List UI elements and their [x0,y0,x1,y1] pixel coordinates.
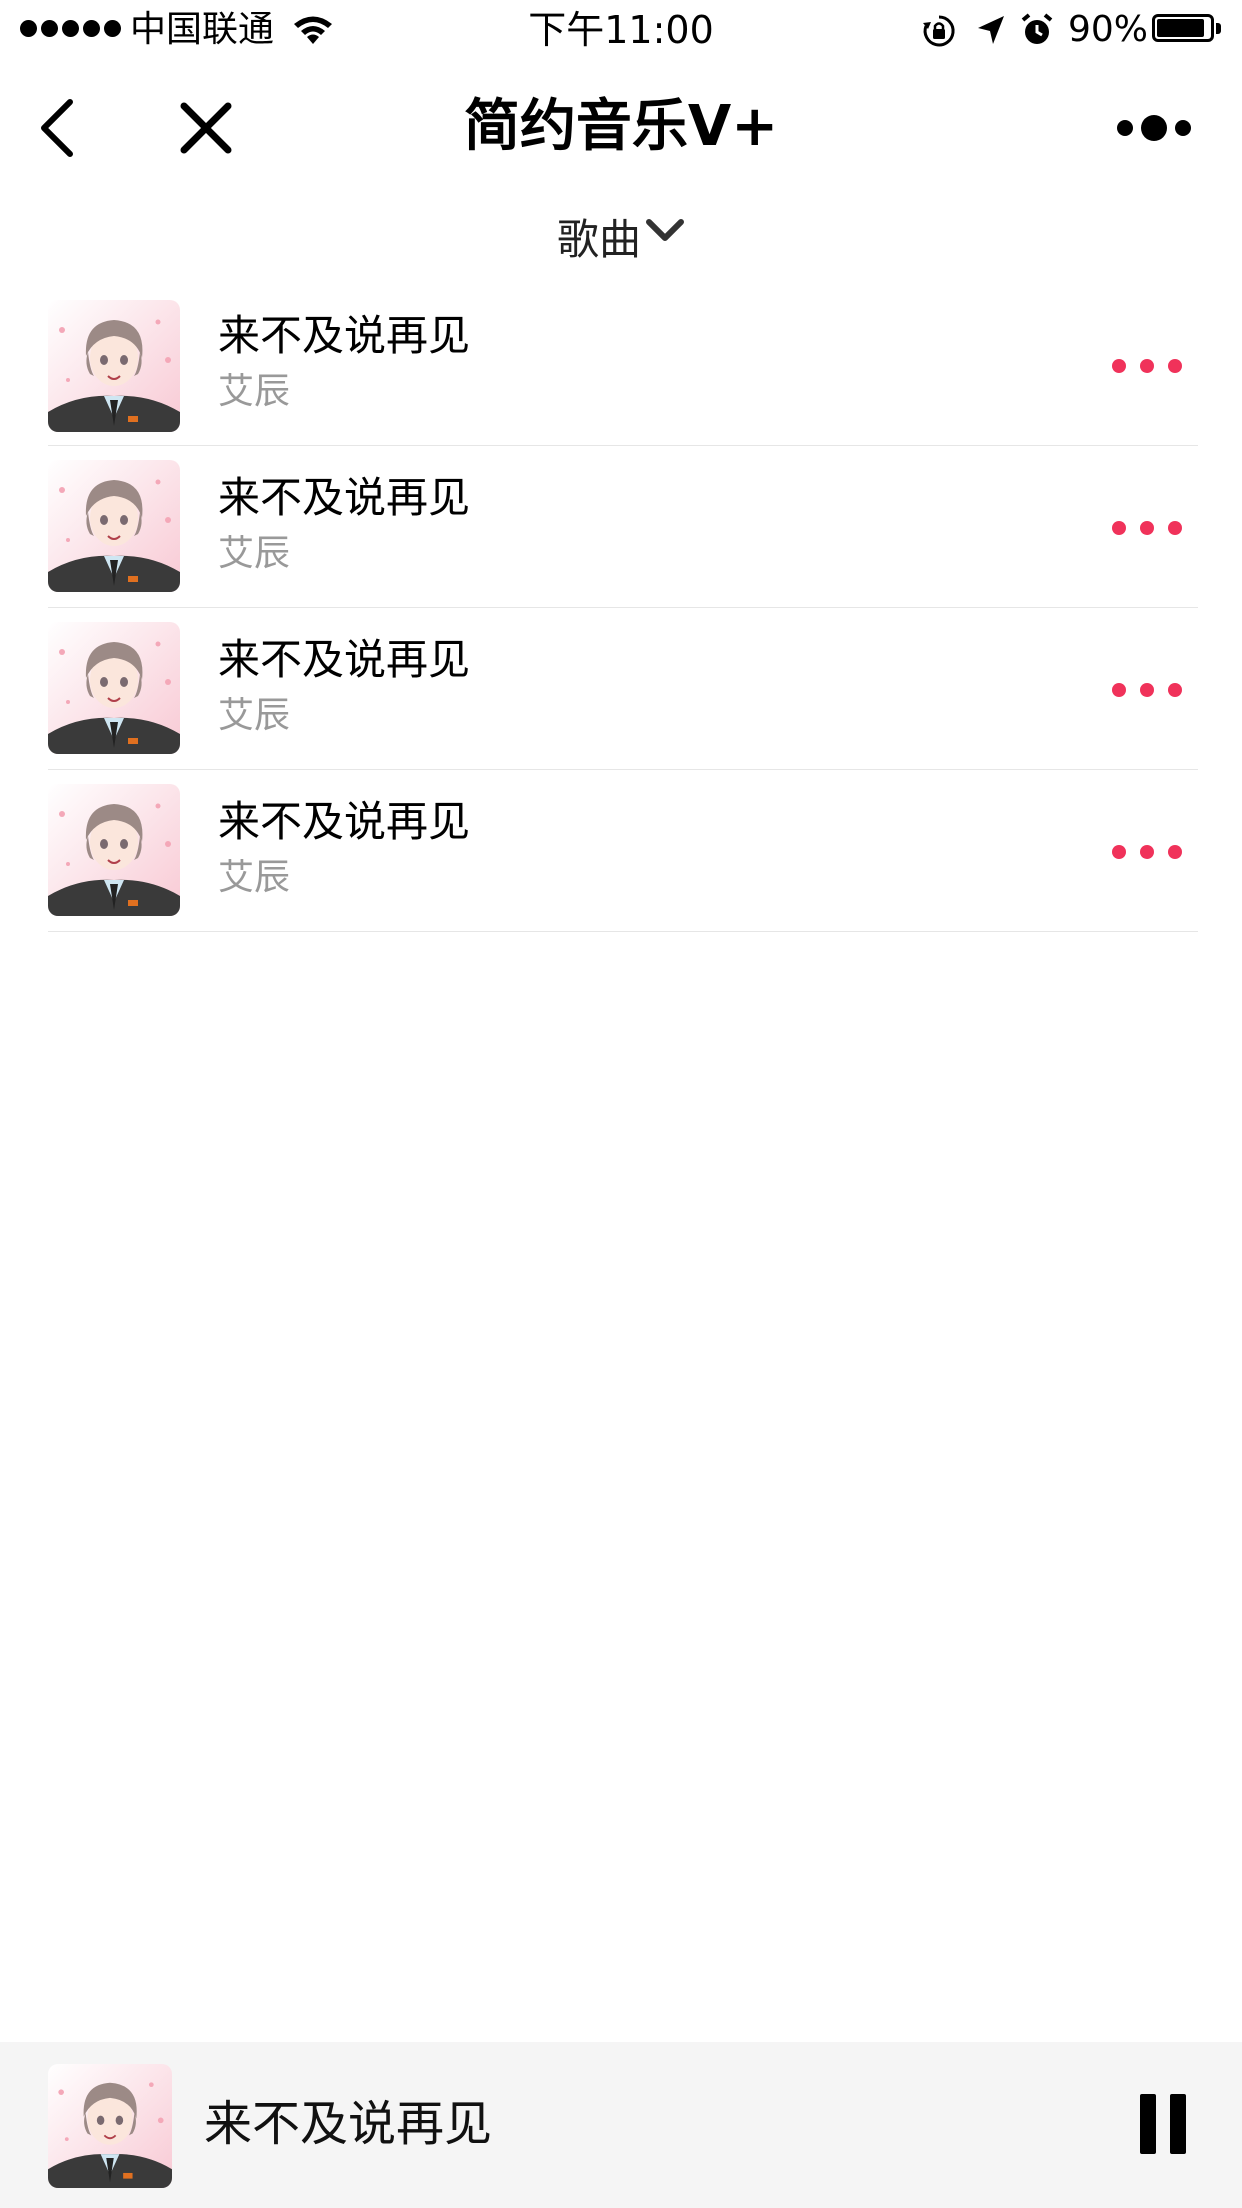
more-dots-icon[interactable] [1112,356,1182,376]
song-row[interactable]: 来不及说再见 艾辰 [48,446,1198,608]
more-dots-icon[interactable] [1112,842,1182,862]
album-cover-image [48,300,180,432]
chevron-down-icon [646,219,684,241]
mini-player[interactable]: 来不及说再见 [0,2042,1242,2208]
category-selector[interactable]: 歌曲 [0,210,1242,270]
status-bar: 中国联通 下午11:00 90% [0,0,1242,60]
song-list: 来不及说再见 艾辰 来不及说再见 艾辰 来不及说再见 艾辰 来不及说再见 艾辰 [48,300,1198,932]
more-dots-icon[interactable] [1112,518,1182,538]
song-title: 来不及说再见 [218,797,471,846]
category-label: 歌曲 [556,215,641,264]
pause-icon[interactable] [1140,2094,1186,2154]
more-icon[interactable] [1116,112,1192,144]
song-row[interactable]: 来不及说再见 艾辰 [48,300,1198,446]
now-playing-title: 来不及说再见 [204,2096,493,2152]
music-app-page: 中国联通 下午11:00 90% 简约音乐V+ 歌曲 来不及说再见 艾辰 来不及… [0,0,1242,2208]
more-dots-icon[interactable] [1112,680,1182,700]
alarm-icon [1021,13,1053,44]
location-arrow-icon [978,16,1004,44]
album-cover-image [48,784,180,916]
song-artist: 艾辰 [218,695,291,736]
song-title: 来不及说再见 [218,635,471,684]
nav-bar: 简约音乐V+ [0,60,1242,190]
page-title: 简约音乐V+ [463,94,779,159]
album-cover-image [48,2064,172,2188]
album-cover-image [48,622,180,754]
song-artist: 艾辰 [218,371,291,412]
album-cover-image [48,460,180,592]
song-artist: 艾辰 [218,533,291,574]
battery-percentage: 90% [1068,9,1149,50]
song-row[interactable]: 来不及说再见 艾辰 [48,608,1198,770]
song-title: 来不及说再见 [218,311,471,360]
rotation-lock-icon [923,15,955,47]
status-time: 下午11:00 [528,8,714,52]
song-artist: 艾辰 [218,857,291,898]
battery-icon [1152,14,1222,46]
song-title: 来不及说再见 [218,473,471,522]
song-row[interactable]: 来不及说再见 艾辰 [48,770,1198,932]
